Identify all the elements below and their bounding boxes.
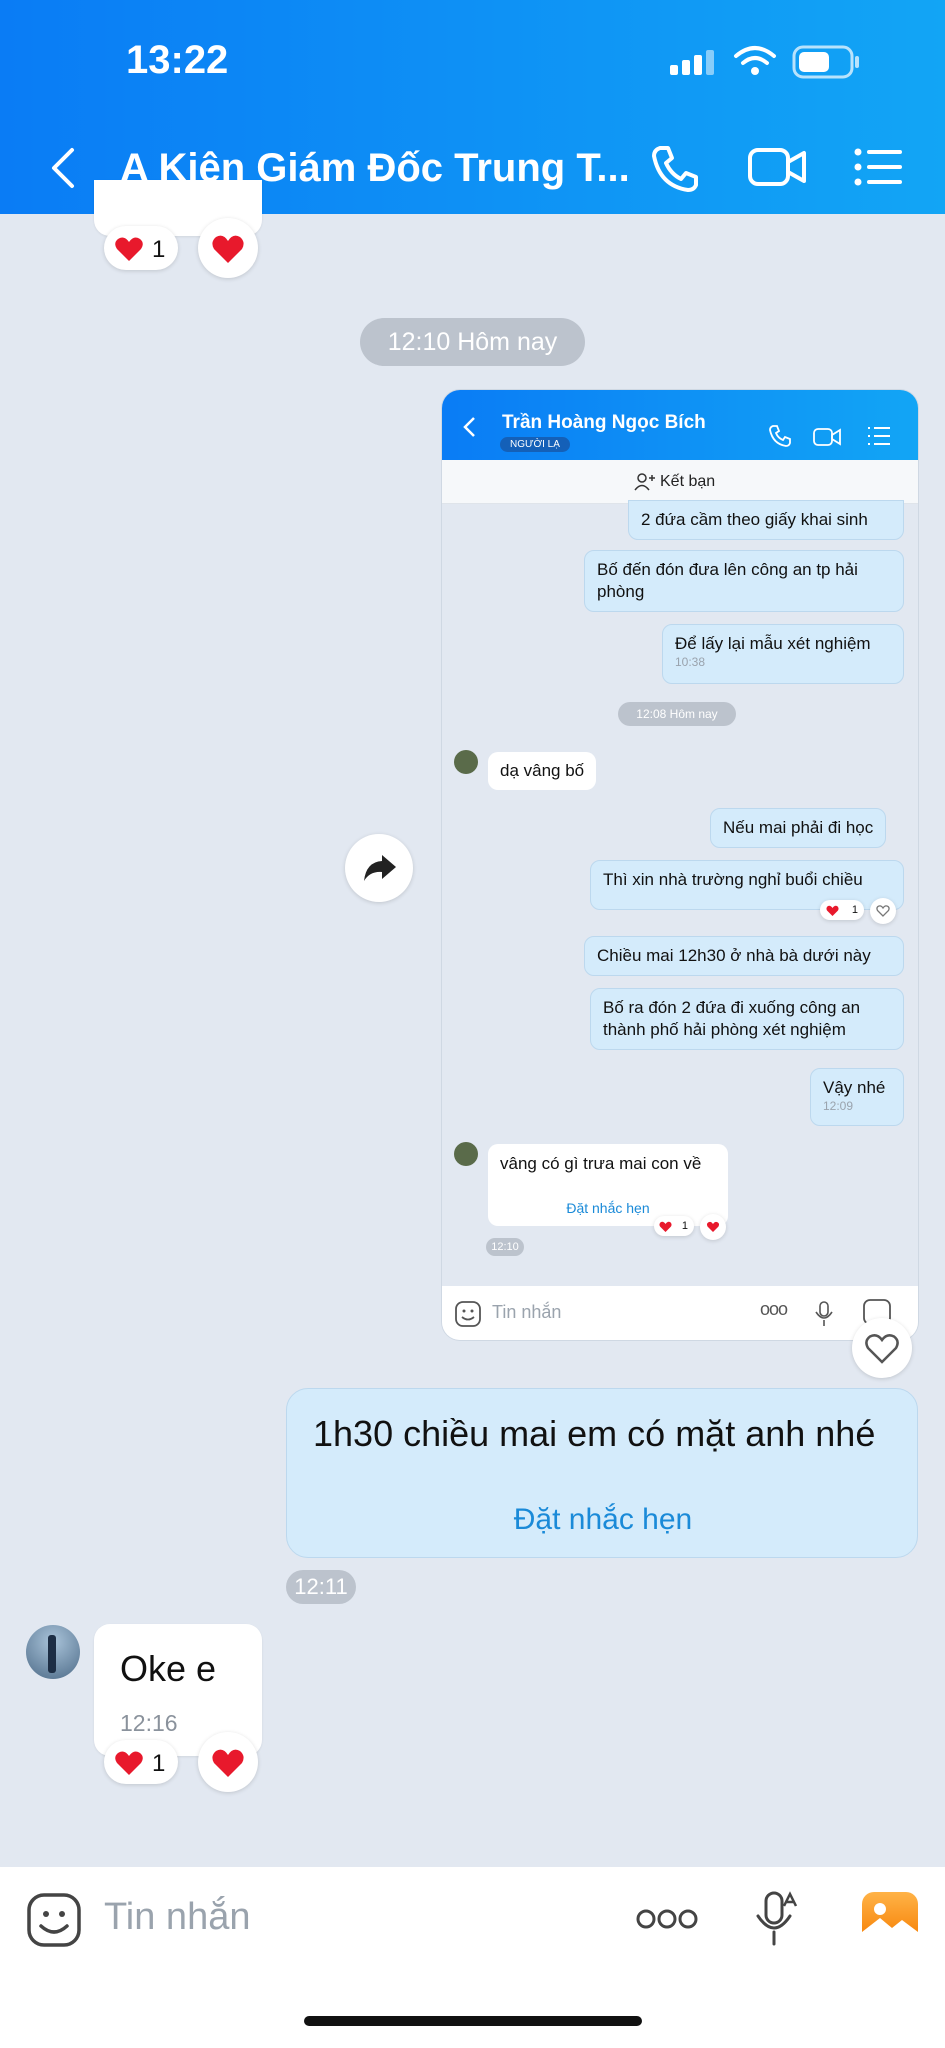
avatar	[454, 750, 478, 774]
reaction-summary[interactable]: 1	[104, 226, 178, 270]
screenshot-msg: Vậy nhé 12:09	[810, 1068, 904, 1126]
screenshot-msg: vâng có gì trưa mai con về Đặt nhắc hẹn	[488, 1144, 728, 1226]
avatar[interactable]	[26, 1625, 80, 1679]
screenshot-msg-time: 10:38	[675, 655, 706, 670]
heart-icon	[115, 1751, 143, 1775]
heart-icon	[659, 1221, 672, 1232]
message-time: 12:16	[120, 1710, 178, 1736]
phone-icon[interactable]	[648, 142, 702, 196]
screenshot-msg: Bố ra đón 2 đứa đi xuống công an thành p…	[590, 988, 904, 1051]
message-text: Oke e	[120, 1648, 217, 1689]
reaction-count: 1	[152, 236, 166, 263]
image-icon[interactable]	[862, 1892, 918, 1944]
heart-react-button[interactable]	[852, 1318, 912, 1378]
forward-button[interactable]	[345, 834, 413, 902]
screenshot-msg: Bố đến đón đưa lên công an tp hải phòng	[584, 550, 904, 613]
sticker-icon[interactable]	[26, 1892, 82, 1948]
heart-icon	[212, 1749, 244, 1777]
video-call-icon	[813, 428, 841, 446]
reaction-count: 1	[681, 1220, 688, 1232]
heart-icon	[826, 905, 839, 916]
screenshot-msg-time: 12:09	[823, 1099, 854, 1114]
more-icon[interactable]	[636, 1906, 698, 1932]
screenshot-input: Tin nhắn	[492, 1302, 562, 1322]
signal-icon	[670, 50, 714, 75]
voice-icon	[815, 1301, 833, 1326]
heart-react-button	[700, 1214, 726, 1240]
avatar	[454, 1142, 478, 1166]
set-reminder-link[interactable]: Đặt nhắc hẹn	[287, 1503, 919, 1537]
heart-react-button[interactable]	[198, 218, 258, 278]
more-icon: ooo	[760, 1299, 788, 1319]
menu-list-icon[interactable]	[852, 144, 904, 190]
stranger-badge: NGƯỜI LẠ	[500, 437, 570, 452]
message-time: 12:11	[286, 1570, 356, 1604]
screenshot-msg-text: vâng có gì trưa mai con về	[500, 1154, 702, 1173]
back-arrow-icon	[463, 417, 475, 437]
reaction-summary: 1	[820, 900, 864, 920]
screenshot-msg: Chiều mai 12h30 ở nhà bà dưới này	[584, 936, 904, 977]
heart-react-button	[870, 898, 896, 924]
voice-icon[interactable]	[754, 1890, 798, 1948]
battery-icon	[792, 45, 859, 79]
reaction-summary: 1	[654, 1216, 694, 1236]
status-time: 13:22	[126, 38, 229, 82]
screenshot-msg: dạ vâng bố	[488, 752, 597, 790]
forward-icon	[364, 855, 396, 881]
screenshot-date-separator: 12:08 Hôm nay	[618, 702, 736, 726]
phone-icon	[769, 425, 791, 447]
screenshot-msg: Nếu mai phải đi học	[710, 808, 887, 849]
heart-icon	[865, 1334, 899, 1364]
screenshot-msg-time: 12:10	[486, 1238, 524, 1256]
screenshot-image[interactable]: Trần Hoàng Ngọc Bích NGƯỜI LẠ Kết bạn 2 …	[442, 390, 918, 1340]
wifi-icon	[734, 46, 776, 75]
message-text: 1h30 chiều mai em có mặt anh nhé	[313, 1413, 876, 1454]
message-input[interactable]: Tin nhắn	[104, 1896, 250, 1939]
reaction-count: 1	[152, 1750, 166, 1777]
heart-react-button[interactable]	[198, 1732, 258, 1792]
menu-list-icon	[868, 427, 890, 445]
image-icon-glyph	[862, 1903, 918, 1944]
home-indicator	[304, 2016, 642, 2026]
heart-icon	[115, 237, 143, 261]
add-friend-icon	[634, 473, 655, 491]
message-bubble-outgoing[interactable]: 1h30 chiều mai em có mặt anh nhé Đặt nhắ…	[286, 1388, 918, 1558]
avatar-figure	[48, 1635, 56, 1673]
back-arrow-icon[interactable]	[44, 144, 84, 192]
heart-icon	[212, 235, 244, 263]
heart-icon	[876, 905, 890, 917]
screenshot-msg: Để lấy lại mẫu xét nghiệm 10:38	[662, 624, 904, 684]
sticker-icon	[455, 1301, 481, 1327]
video-call-icon[interactable]	[746, 144, 810, 192]
screenshot-msg-text: Vậy nhé	[823, 1078, 886, 1097]
reaction-summary[interactable]: 1	[104, 1740, 178, 1784]
screenshot-msg-text: Để lấy lại mẫu xét nghiệm	[675, 634, 871, 653]
add-friend-button: Kết bạn	[660, 473, 716, 490]
date-separator: 12:10 Hôm nay	[360, 318, 585, 366]
screenshot-msg: 2 đứa cầm theo giấy khai sinh	[628, 500, 904, 541]
screenshot-title: Trần Hoàng Ngọc Bích	[502, 412, 706, 433]
reaction-count: 1	[851, 904, 858, 916]
set-reminder-link: Đặt nhắc hẹn	[566, 1200, 650, 1216]
heart-icon	[706, 1221, 720, 1232]
